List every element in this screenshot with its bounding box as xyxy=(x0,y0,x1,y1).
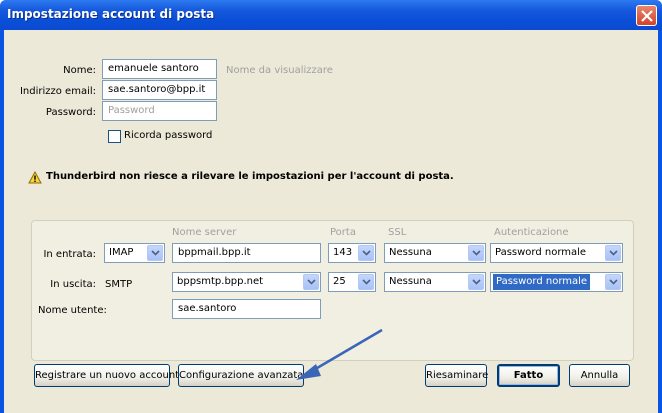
incoming-protocol-value: IMAP xyxy=(109,247,134,258)
chevron-down-icon xyxy=(609,279,618,285)
incoming-ssl-select[interactable]: Nessuna xyxy=(384,243,486,263)
incoming-protocol-select[interactable]: IMAP xyxy=(104,243,165,263)
chevron-down-icon xyxy=(472,279,481,285)
outgoing-server-combo[interactable]: bppsmtp.bpp.net xyxy=(172,272,321,292)
account-setup-window: Impostazione account di posta Nome: eman… xyxy=(0,0,662,413)
dropdown-button[interactable] xyxy=(605,274,621,290)
chevron-down-icon xyxy=(362,250,371,256)
incoming-label: In entrata: xyxy=(43,249,96,260)
incoming-port-value: 143 xyxy=(333,247,353,258)
header-server-name: Nome server xyxy=(172,227,237,238)
outgoing-server-value: bppsmtp.bpp.net xyxy=(177,276,264,287)
chevron-down-icon xyxy=(307,279,316,285)
outgoing-protocol: SMTP xyxy=(105,279,133,290)
name-label: Nome: xyxy=(63,65,96,76)
outgoing-auth-select[interactable]: Password normale xyxy=(490,272,623,292)
dialog-body: Nome: emanuele santoro Nome da visualizz… xyxy=(4,30,658,413)
outgoing-ssl-select[interactable]: Nessuna xyxy=(384,272,486,292)
warning-message: Thunderbird non riesce a rilevare le imp… xyxy=(46,171,454,182)
incoming-port-combo[interactable]: 143 xyxy=(328,243,376,263)
name-input[interactable]: emanuele santoro xyxy=(102,59,217,79)
warning-icon xyxy=(28,171,42,184)
close-icon xyxy=(641,10,653,22)
email-label: Indirizzo email: xyxy=(19,86,96,97)
dropdown-button[interactable] xyxy=(303,274,319,290)
close-button[interactable] xyxy=(636,5,657,26)
chevron-down-icon xyxy=(362,279,371,285)
chevron-down-icon xyxy=(472,250,481,256)
outgoing-label: In uscita: xyxy=(50,279,96,290)
retest-button[interactable]: Riesaminare xyxy=(425,364,488,387)
chevron-down-icon xyxy=(609,250,618,256)
dropdown-button[interactable] xyxy=(147,245,163,261)
email-input[interactable]: sae.santoro@bpp.it xyxy=(102,80,217,100)
outgoing-port-value: 25 xyxy=(333,276,346,287)
dropdown-button[interactable] xyxy=(468,245,484,261)
header-port: Porta xyxy=(330,227,356,238)
window-title: Impostazione account di posta xyxy=(7,7,215,21)
dropdown-button[interactable] xyxy=(605,245,621,261)
done-button[interactable]: Fatto xyxy=(497,364,560,387)
username-input[interactable]: sae.santoro xyxy=(172,299,321,319)
incoming-ssl-value: Nessuna xyxy=(389,247,432,258)
incoming-auth-select[interactable]: Password normale xyxy=(490,243,623,263)
dropdown-button[interactable] xyxy=(468,274,484,290)
remember-password-checkbox[interactable] xyxy=(108,130,121,143)
new-account-button[interactable]: Registrare un nuovo account xyxy=(34,364,179,387)
header-authentication: Autenticazione xyxy=(494,227,569,238)
cancel-button[interactable]: Annulla xyxy=(569,364,630,387)
outgoing-ssl-value: Nessuna xyxy=(389,276,432,287)
outgoing-port-combo[interactable]: 25 xyxy=(328,272,376,292)
password-label: Password: xyxy=(45,107,96,118)
password-input[interactable]: Password xyxy=(102,101,217,121)
dropdown-button[interactable] xyxy=(358,245,374,261)
name-hint: Nome da visualizzare xyxy=(226,65,333,76)
incoming-server-input[interactable]: bppmail.bpp.it xyxy=(172,243,321,263)
incoming-auth-value: Password normale xyxy=(495,247,587,258)
remember-password-label[interactable]: Ricorda password xyxy=(124,130,212,141)
dropdown-button[interactable] xyxy=(358,274,374,290)
username-label: Nome utente: xyxy=(38,305,107,316)
header-ssl: SSL xyxy=(388,227,407,238)
outgoing-auth-value: Password normale xyxy=(491,273,592,291)
chevron-down-icon xyxy=(151,250,160,256)
title-bar: Impostazione account di posta xyxy=(0,0,662,30)
advanced-config-button[interactable]: Configurazione avanzata xyxy=(178,364,304,387)
